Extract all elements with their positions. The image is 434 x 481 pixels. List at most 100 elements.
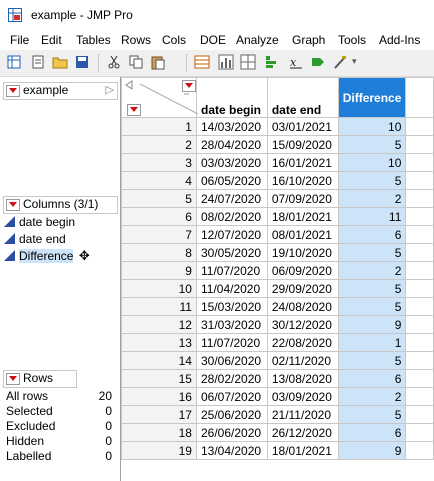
table-row[interactable]: 11 15/03/2020 24/08/2020 5 xyxy=(121,297,434,316)
column-header-date-end[interactable]: date end xyxy=(266,77,339,118)
run-script-icon[interactable] xyxy=(310,54,326,70)
cell-date-begin[interactable]: 11/04/2020 xyxy=(195,279,268,298)
cell-date-begin[interactable]: 31/03/2020 xyxy=(195,315,268,334)
table-row[interactable]: 13 11/07/2020 22/08/2020 1 xyxy=(121,333,434,352)
table-row[interactable]: 5 24/07/2020 07/09/2020 2 xyxy=(121,189,434,208)
cell-date-begin[interactable]: 13/04/2020 xyxy=(195,441,268,460)
cell-difference[interactable]: 2 xyxy=(337,261,407,280)
cell-difference[interactable]: 9 xyxy=(337,441,407,460)
table-row[interactable]: 16 06/07/2020 03/09/2020 2 xyxy=(121,387,434,406)
table-row[interactable]: 3 03/03/2020 16/01/2021 10 xyxy=(121,153,434,172)
cell-date-begin[interactable]: 30/06/2020 xyxy=(195,351,268,370)
row-number[interactable]: 12 xyxy=(121,315,197,334)
cell-date-end[interactable]: 22/08/2020 xyxy=(266,333,339,352)
table-row[interactable]: 4 06/05/2020 16/10/2020 5 xyxy=(121,171,434,190)
red-triangle-menu-icon[interactable] xyxy=(6,372,20,385)
cell-difference[interactable]: 5 xyxy=(337,405,407,424)
cell-date-end[interactable]: 26/12/2020 xyxy=(266,423,339,442)
cell-date-end[interactable]: 16/01/2021 xyxy=(266,153,339,172)
cell-difference[interactable]: 5 xyxy=(337,243,407,262)
cell-date-begin[interactable]: 12/07/2020 xyxy=(195,225,268,244)
row-number[interactable]: 3 xyxy=(121,153,197,172)
row-number[interactable]: 8 xyxy=(121,243,197,262)
menu-analyze[interactable]: Analyze xyxy=(236,33,279,47)
toolbar-overflow-icon[interactable]: ▾ xyxy=(352,56,368,72)
row-number[interactable]: 17 xyxy=(121,405,197,424)
row-number[interactable]: 6 xyxy=(121,207,197,226)
new-table-icon[interactable] xyxy=(6,54,22,70)
row-number[interactable]: 7 xyxy=(121,225,197,244)
cell-date-end[interactable]: 13/08/2020 xyxy=(266,369,339,388)
table-row[interactable]: 18 26/06/2020 26/12/2020 6 xyxy=(121,423,434,442)
cell-difference[interactable]: 11 xyxy=(337,207,407,226)
row-number[interactable]: 14 xyxy=(121,351,197,370)
open-icon[interactable] xyxy=(52,54,68,70)
new-script-icon[interactable] xyxy=(30,54,46,70)
cell-difference[interactable]: 10 xyxy=(337,153,407,172)
cell-date-begin[interactable]: 06/07/2020 xyxy=(195,387,268,406)
cell-difference[interactable]: 1 xyxy=(337,333,407,352)
column-header-date-begin[interactable]: date begin xyxy=(195,77,268,118)
cell-date-begin[interactable]: 06/05/2020 xyxy=(195,171,268,190)
cell-difference[interactable]: 5 xyxy=(337,171,407,190)
cell-date-end[interactable]: 30/12/2020 xyxy=(266,315,339,334)
cell-difference[interactable]: 9 xyxy=(337,315,407,334)
cell-difference[interactable]: 6 xyxy=(337,423,407,442)
red-triangle-menu-icon[interactable] xyxy=(6,198,20,211)
table-row[interactable]: 14 30/06/2020 02/11/2020 5 xyxy=(121,351,434,370)
cell-date-end[interactable]: 18/01/2021 xyxy=(266,441,339,460)
row-number[interactable]: 19 xyxy=(121,441,197,460)
copy-icon[interactable] xyxy=(128,54,144,70)
cell-date-end[interactable]: 03/01/2021 xyxy=(266,117,339,136)
row-number[interactable]: 1 xyxy=(121,117,197,136)
cell-difference[interactable]: 2 xyxy=(337,189,407,208)
row-number[interactable]: 9 xyxy=(121,261,197,280)
cell-difference[interactable]: 6 xyxy=(337,225,407,244)
cell-date-end[interactable]: 02/11/2020 xyxy=(266,351,339,370)
table-row[interactable]: 6 08/02/2020 18/01/2021 11 xyxy=(121,207,434,226)
red-triangle-menu-icon[interactable] xyxy=(182,80,196,92)
cell-date-end[interactable]: 24/08/2020 xyxy=(266,297,339,316)
fit-y-by-x-icon[interactable] xyxy=(240,54,256,70)
table-row[interactable]: 10 11/04/2020 29/09/2020 5 xyxy=(121,279,434,298)
cell-date-begin[interactable]: 28/04/2020 xyxy=(195,135,268,154)
cell-difference[interactable]: 5 xyxy=(337,297,407,316)
cell-date-begin[interactable]: 24/07/2020 xyxy=(195,189,268,208)
row-number[interactable]: 2 xyxy=(121,135,197,154)
cell-date-begin[interactable]: 28/02/2020 xyxy=(195,369,268,388)
cell-date-end[interactable]: 29/09/2020 xyxy=(266,279,339,298)
cell-date-end[interactable]: 21/11/2020 xyxy=(266,405,339,424)
row-number[interactable]: 16 xyxy=(121,387,197,406)
menu-cols[interactable]: Cols xyxy=(162,33,186,47)
distribution-icon[interactable] xyxy=(218,54,234,70)
cell-difference[interactable]: 5 xyxy=(337,135,407,154)
menu-edit[interactable]: Edit xyxy=(41,33,62,47)
table-row[interactable]: 2 28/04/2020 15/09/2020 5 xyxy=(121,135,434,154)
column-header-difference[interactable]: Difference xyxy=(337,77,407,118)
row-number[interactable]: 5 xyxy=(121,189,197,208)
cell-date-begin[interactable]: 26/06/2020 xyxy=(195,423,268,442)
cell-date-begin[interactable]: 03/03/2020 xyxy=(195,153,268,172)
cell-date-end[interactable]: 18/01/2021 xyxy=(266,207,339,226)
cell-date-end[interactable]: 19/10/2020 xyxy=(266,243,339,262)
menu-tools[interactable]: Tools xyxy=(338,33,366,47)
table-row[interactable]: 7 12/07/2020 08/01/2021 6 xyxy=(121,225,434,244)
cell-date-begin[interactable]: 14/03/2020 xyxy=(195,117,268,136)
cut-icon[interactable] xyxy=(106,54,122,70)
table-row[interactable]: 19 13/04/2020 18/01/2021 9 xyxy=(121,441,434,460)
row-number[interactable]: 15 xyxy=(121,369,197,388)
formula-icon[interactable]: x xyxy=(288,54,304,70)
column-item-difference[interactable]: Difference ✥ xyxy=(4,248,90,264)
table-row[interactable]: 12 31/03/2020 30/12/2020 9 xyxy=(121,315,434,334)
cell-difference[interactable]: 5 xyxy=(337,351,407,370)
cell-date-begin[interactable]: 25/06/2020 xyxy=(195,405,268,424)
table-row[interactable]: 15 28/02/2020 13/08/2020 6 xyxy=(121,369,434,388)
red-triangle-menu-icon[interactable] xyxy=(127,104,141,116)
table-row[interactable]: 9 11/07/2020 06/09/2020 2 xyxy=(121,261,434,280)
menu-tables[interactable]: Tables xyxy=(76,33,111,47)
table-panel-header[interactable]: example ▷ xyxy=(3,82,118,100)
rows-panel-header[interactable]: Rows xyxy=(3,370,77,388)
cell-date-begin[interactable]: 11/07/2020 xyxy=(195,333,268,352)
column-item-date-begin[interactable]: date begin xyxy=(4,215,75,229)
red-triangle-menu-icon[interactable] xyxy=(6,84,20,97)
